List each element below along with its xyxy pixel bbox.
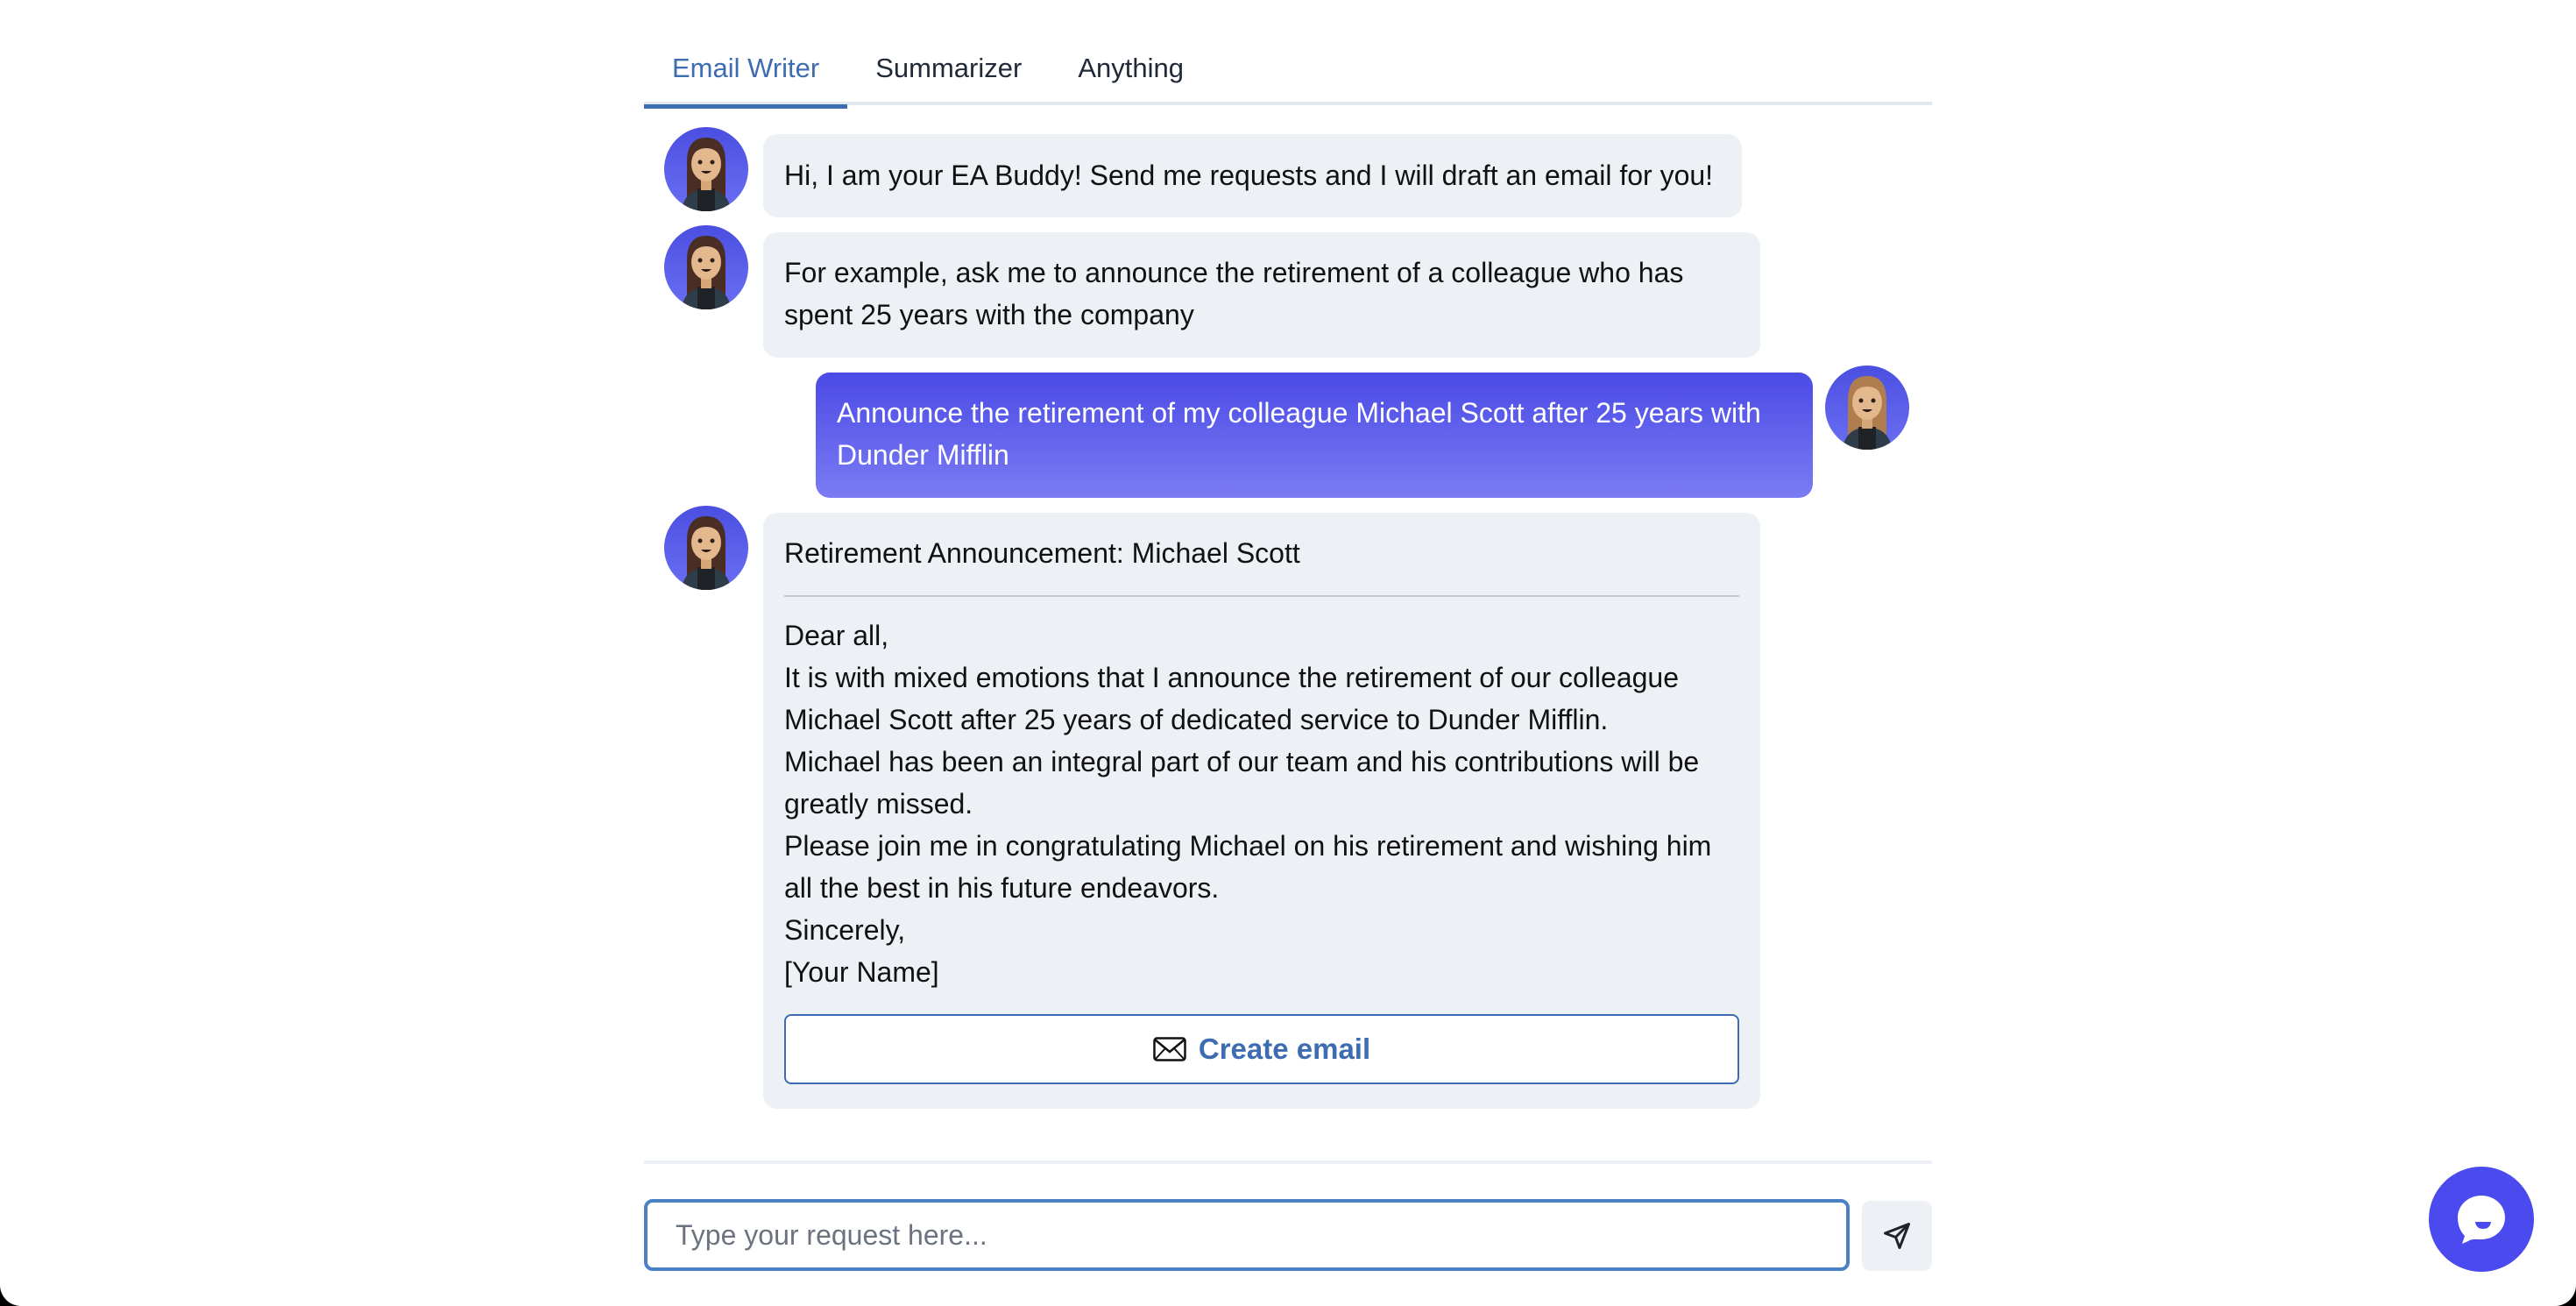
assistant-avatar	[664, 506, 748, 590]
email-body-line: [Your Name]	[784, 956, 939, 988]
request-input-wrapper	[644, 1199, 1850, 1271]
email-body-line: Sincerely,	[784, 914, 906, 946]
message-text: Announce the retirement of my colleague …	[837, 397, 1761, 471]
email-body-line: Michael has been an integral part of our…	[784, 746, 1700, 820]
request-input[interactable]	[648, 1203, 1846, 1267]
chat-widget-button[interactable]	[2429, 1167, 2534, 1272]
assistant-avatar	[664, 127, 748, 211]
envelope-icon	[1153, 1037, 1186, 1061]
tab-bar: Email Writer Summarizer Anything	[644, 44, 1932, 109]
assistant-avatar-icon	[682, 236, 731, 309]
assistant-avatar	[664, 225, 748, 309]
chat-bubble-icon	[2458, 1196, 2505, 1244]
assistant-avatar-icon	[682, 138, 731, 211]
send-button[interactable]	[1862, 1201, 1932, 1271]
user-message-bubble: Announce the retirement of my colleague …	[816, 373, 1813, 498]
email-subject: Retirement Announcement: Michael Scott	[784, 532, 1739, 597]
tab-email-writer[interactable]: Email Writer	[644, 44, 848, 109]
create-email-label: Create email	[1198, 1033, 1371, 1065]
input-divider	[644, 1160, 1932, 1164]
assistant-avatar-icon	[682, 516, 731, 590]
assistant-message-bubble: Hi, I am your EA Buddy! Send me requests…	[763, 134, 1742, 217]
email-draft-bubble: Retirement Announcement: Michael Scott D…	[763, 513, 1760, 1109]
tab-summarizer[interactable]: Summarizer	[847, 44, 1050, 105]
chat-container: Email Writer Summarizer Anything Hi, I a…	[644, 0, 1932, 1306]
user-avatar-icon	[1843, 376, 1892, 450]
app-window: Email Writer Summarizer Anything Hi, I a…	[0, 0, 2576, 1306]
tab-anything[interactable]: Anything	[1050, 44, 1212, 105]
assistant-message-bubble: For example, ask me to announce the reti…	[763, 232, 1760, 358]
email-body-line: Please join me in congratulating Michael…	[784, 830, 1712, 904]
email-body-line: It is with mixed emotions that I announc…	[784, 662, 1679, 735]
message-text: For example, ask me to announce the reti…	[784, 257, 1684, 330]
email-body-line: Dear all,	[784, 620, 889, 651]
create-email-button[interactable]: Create email	[784, 1014, 1739, 1084]
email-body: Dear all, It is with mixed emotions that…	[784, 614, 1739, 993]
message-text: Hi, I am your EA Buddy! Send me requests…	[784, 160, 1714, 191]
send-icon	[1884, 1223, 1910, 1249]
user-avatar	[1825, 366, 1909, 450]
